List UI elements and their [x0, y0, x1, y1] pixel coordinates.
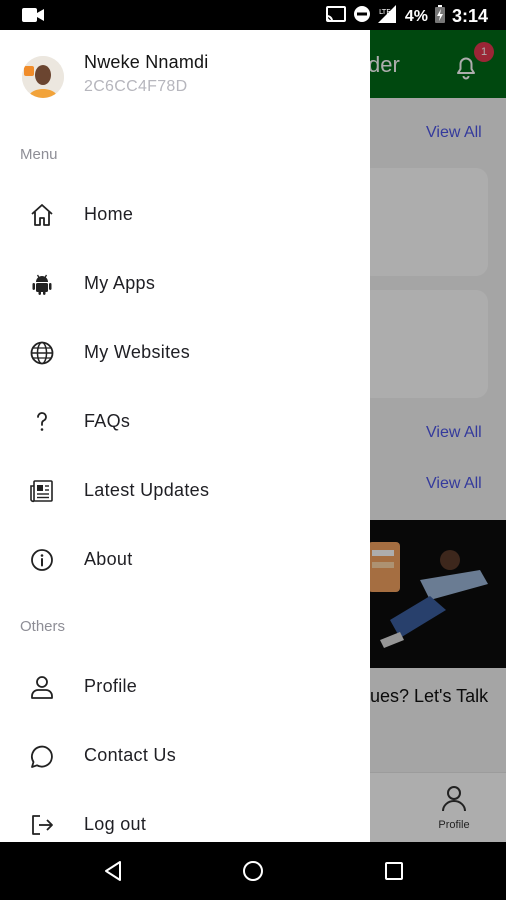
chat-bubble-icon: [28, 742, 56, 770]
user-id: 2C6CC4F78D: [84, 78, 188, 95]
battery-icon: [434, 5, 445, 28]
question-icon: [28, 408, 56, 436]
globe-icon: [28, 339, 56, 367]
drawer-item-contact-us[interactable]: Contact Us: [0, 724, 370, 786]
drawer-item-my-websites[interactable]: My Websites: [0, 321, 370, 383]
battery-percent: 4%: [404, 7, 428, 25]
drawer-item-profile[interactable]: Profile: [0, 655, 370, 717]
drawer-item-label: My Websites: [84, 342, 190, 362]
drawer-item-label: Home: [84, 204, 134, 224]
home-button-icon[interactable]: [241, 859, 265, 888]
newspaper-icon: [28, 477, 56, 505]
drawer-item-my-apps[interactable]: My Apps: [0, 252, 370, 314]
back-icon[interactable]: [102, 859, 126, 888]
avatar[interactable]: [22, 56, 64, 98]
status-bar: LTE 4% 3:14: [0, 0, 506, 30]
recents-icon[interactable]: [382, 859, 406, 888]
android-icon: [28, 270, 56, 298]
info-icon: [28, 546, 56, 574]
clock: 3:14: [451, 6, 488, 26]
drawer-item-faqs[interactable]: FAQs: [0, 390, 370, 452]
system-navigation-bar: [0, 842, 506, 900]
drawer-item-label: About: [84, 549, 133, 569]
drawer-item-label: Latest Updates: [84, 480, 210, 500]
drawer-item-label: Profile: [84, 676, 138, 696]
section-label-others: Others: [20, 618, 66, 635]
video-camera-icon: [22, 7, 44, 28]
navigation-drawer: Nweke Nnamdi 2C6CC4F78D Menu Home My App…: [0, 30, 370, 842]
do-not-disturb-icon: [353, 5, 371, 28]
drawer-item-label: Contact Us: [84, 745, 177, 765]
svg-text:LTE: LTE: [379, 8, 391, 16]
drawer-item-label: Log out: [84, 814, 147, 834]
drawer-item-label: FAQs: [84, 411, 131, 431]
signal-icon: LTE: [377, 5, 398, 28]
user-name: Nweke Nnamdi: [84, 52, 209, 72]
user-icon: [28, 673, 56, 701]
drawer-item-home[interactable]: Home: [0, 183, 370, 245]
drawer-item-label: My Apps: [84, 273, 156, 293]
drawer-item-about[interactable]: About: [0, 528, 370, 590]
home-icon: [28, 201, 56, 229]
drawer-item-latest-updates[interactable]: Latest Updates: [0, 459, 370, 521]
logout-icon: [28, 811, 56, 839]
cast-icon: [325, 6, 346, 27]
section-label-menu: Menu: [20, 146, 58, 163]
